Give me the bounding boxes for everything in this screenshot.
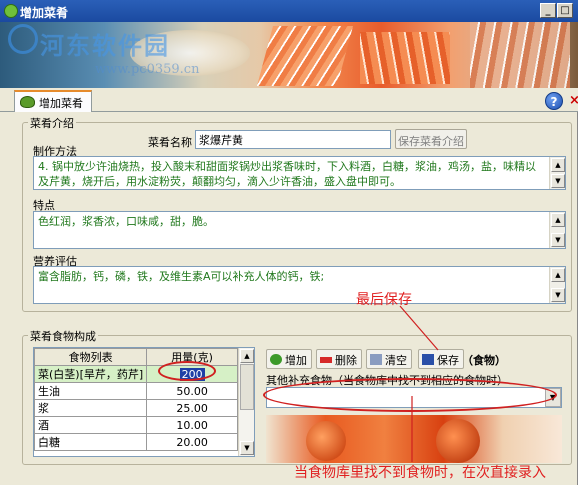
add-dish-window: 增加菜肴 _ □ 河东软件园 www.pc0359.cn 增加菜肴 ? × 菜肴…: [0, 0, 578, 485]
arrow-to-save: [399, 305, 439, 351]
annotation-arrows: [399, 305, 439, 462]
direct-entry-annotation: 当食物库里找不到食物时，在次直接录入: [294, 465, 546, 481]
